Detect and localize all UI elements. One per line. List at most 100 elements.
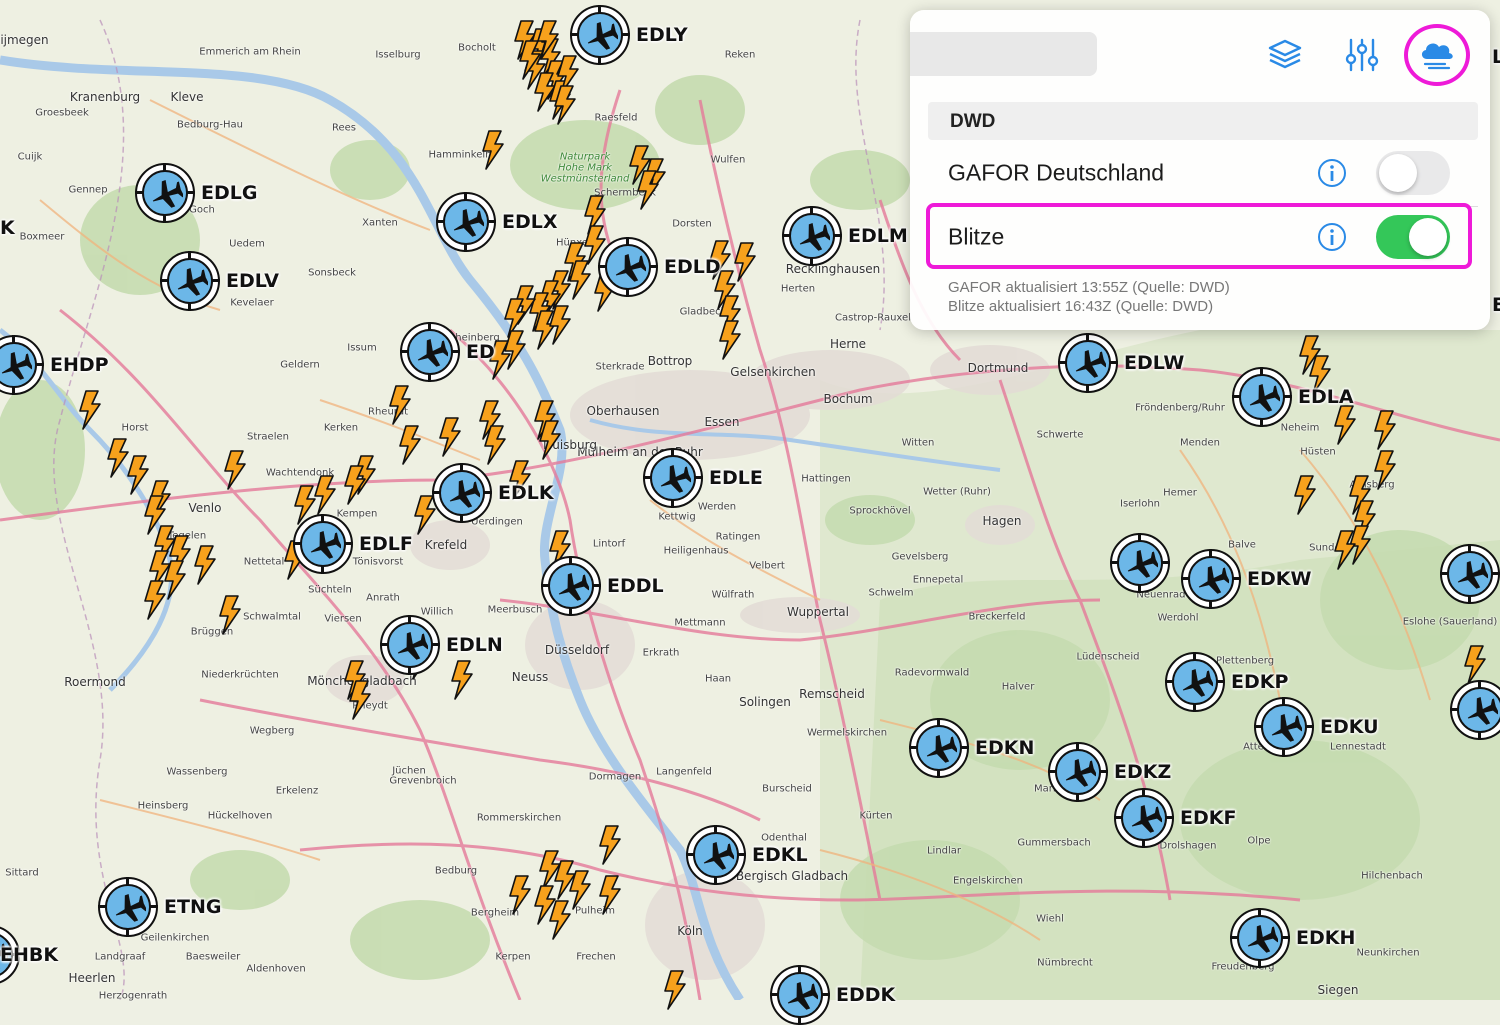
- place-label: Erkelenz: [275, 785, 319, 797]
- ring-tick: [150, 905, 158, 908]
- place-label: Meerbusch: [487, 604, 543, 616]
- place-label: Bottrop: [647, 354, 693, 368]
- airport-marker[interactable]: [782, 206, 842, 266]
- airport-marker[interactable]: [643, 448, 703, 508]
- place-label: Heiligenhaus: [663, 545, 729, 557]
- airport-marker[interactable]: [98, 877, 158, 937]
- place-label: Düsseldorf: [544, 643, 610, 657]
- airport-marker[interactable]: [436, 192, 496, 252]
- airport-marker[interactable]: [400, 322, 460, 382]
- airport-code-label[interactable]: EDDL: [607, 575, 664, 597]
- airport-code-label[interactable]: K: [0, 217, 15, 239]
- lightning-icon: [1334, 530, 1356, 570]
- ring-tick: [695, 476, 703, 479]
- place-label: Nettetal: [243, 556, 285, 568]
- airport-marker[interactable]: [160, 251, 220, 311]
- place-label: Burscheid: [762, 783, 812, 795]
- place-label: Viersen: [324, 613, 362, 625]
- place-label: Solingen: [739, 695, 791, 709]
- airport-marker[interactable]: [0, 335, 44, 395]
- airport-marker[interactable]: [1450, 680, 1500, 740]
- airport-marker[interactable]: [1230, 908, 1290, 968]
- airport-code-label[interactable]: EDLM: [848, 225, 908, 247]
- ring-tick: [1282, 936, 1290, 939]
- ring-tick: [321, 566, 324, 574]
- lightning-icon: [389, 385, 411, 425]
- airport-code-label[interactable]: EDLD: [664, 256, 721, 278]
- airport-marker[interactable]: [1058, 333, 1118, 393]
- airport-code-label[interactable]: EDKW: [1247, 568, 1311, 590]
- place-label: Schwelm: [868, 587, 914, 599]
- airport-code-label[interactable]: EDLG: [201, 182, 257, 204]
- airport-code-label[interactable]: EDLF: [359, 533, 413, 555]
- airport-code-label[interactable]: L: [1492, 46, 1500, 68]
- airport-marker[interactable]: [293, 514, 353, 574]
- lightning-icon: [1334, 405, 1356, 445]
- airport-marker[interactable]: [380, 615, 440, 675]
- place-label: Essen: [704, 415, 740, 429]
- ring-tick: [1260, 419, 1263, 427]
- airport-code-label[interactable]: EDLW: [1124, 352, 1184, 374]
- airport-code-label[interactable]: EDLK: [498, 482, 554, 504]
- layers-button[interactable]: [1260, 32, 1310, 78]
- airport-marker[interactable]: [1254, 697, 1314, 757]
- place-label: Süchteln: [308, 584, 352, 596]
- place-label: Mettmann: [674, 617, 726, 629]
- place-label: Ratingen: [715, 531, 761, 543]
- airport-marker[interactable]: [541, 556, 601, 616]
- place-label: Heerlen: [68, 971, 116, 985]
- airport-code-label[interactable]: EHDP: [50, 354, 109, 376]
- airport-code-label[interactable]: EDDK: [836, 984, 895, 1006]
- place-label: Kleve: [170, 90, 204, 104]
- airport-code-label[interactable]: EDKP: [1231, 671, 1288, 693]
- place-label: Herten: [780, 283, 816, 295]
- airport-marker[interactable]: [570, 5, 630, 65]
- row-gafor: GAFOR Deutschland: [928, 143, 1478, 203]
- gafor-toggle[interactable]: [1376, 151, 1450, 195]
- airport-marker[interactable]: [1440, 544, 1500, 604]
- airport-code-label[interactable]: EDKU: [1320, 716, 1379, 738]
- ring-tick: [650, 265, 658, 268]
- place-label: Kettwig: [658, 511, 696, 523]
- airport-code-label[interactable]: EDLA: [1298, 386, 1354, 408]
- lightning-icon: [399, 425, 421, 465]
- airport-code-label[interactable]: EDLV: [226, 270, 279, 292]
- airport-marker[interactable]: [1110, 533, 1170, 593]
- airport-marker[interactable]: [432, 463, 492, 523]
- airport-marker[interactable]: [1048, 742, 1108, 802]
- ring-tick: [1258, 960, 1261, 968]
- airport-marker[interactable]: [1165, 652, 1225, 712]
- search-field[interactable]: [910, 32, 1097, 76]
- airport-code-label[interactable]: EDKN: [975, 737, 1034, 759]
- airport-code-label[interactable]: EDKL: [752, 844, 808, 866]
- airport-code-label[interactable]: EDLX: [502, 211, 558, 233]
- airport-code-label[interactable]: EDLE: [709, 467, 763, 489]
- place-label: Gennep: [68, 184, 108, 196]
- airport-marker[interactable]: [770, 965, 830, 1025]
- airport-marker[interactable]: [1232, 367, 1292, 427]
- airport-marker[interactable]: [1181, 549, 1241, 609]
- airport-marker[interactable]: [686, 825, 746, 885]
- place-label: Schwalmtal: [243, 611, 301, 623]
- airport-code-label[interactable]: EDLY: [636, 24, 688, 46]
- weather-button-highlight: [1404, 24, 1470, 86]
- airport-code-label[interactable]: E: [1492, 294, 1500, 316]
- airport-marker[interactable]: [598, 237, 658, 297]
- place-label: Gelsenkirchen: [730, 365, 816, 379]
- ring-tick: [738, 853, 746, 856]
- settings-button[interactable]: [1337, 32, 1387, 78]
- airport-marker[interactable]: [909, 718, 969, 778]
- airport-code-label[interactable]: EDKF: [1180, 807, 1236, 829]
- place-label: Engelskirchen: [953, 875, 1023, 887]
- airport-marker[interactable]: [135, 163, 195, 223]
- place-label: Wegberg: [249, 725, 295, 737]
- info-icon[interactable]: [1317, 158, 1347, 188]
- airport-code-label[interactable]: EDKH: [1296, 927, 1355, 949]
- airport-code-label[interactable]: ED: [466, 341, 495, 363]
- airport-marker[interactable]: [1114, 788, 1174, 848]
- airport-code-label[interactable]: EDKZ: [1114, 761, 1171, 783]
- airport-code-label[interactable]: EDLN: [446, 634, 503, 656]
- airport-code-label[interactable]: ETNG: [164, 896, 221, 918]
- airport-code-label[interactable]: EHBK: [0, 944, 58, 966]
- place-label: Roermond: [64, 675, 126, 689]
